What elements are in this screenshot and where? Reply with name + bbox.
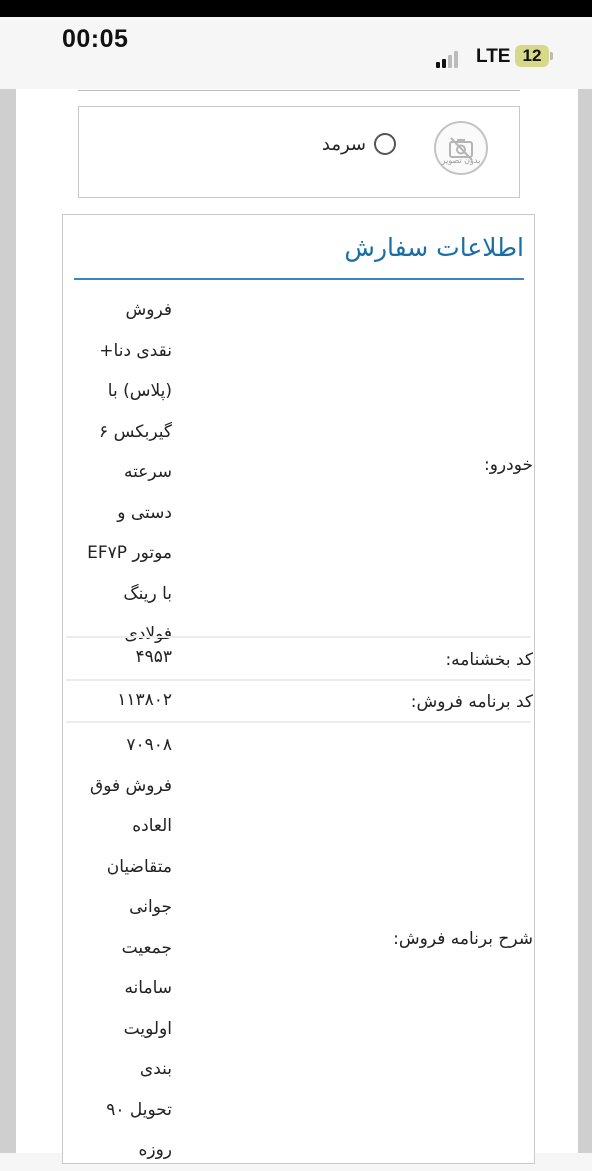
vehicle-line: سرعته	[123, 462, 172, 482]
radio-button-sarmad[interactable]	[374, 133, 396, 155]
battery-tip	[550, 52, 553, 60]
sale-program-desc-line: ۷۰۹۰۸	[126, 735, 172, 755]
battery-level: 12	[522, 46, 542, 65]
row-divider	[66, 721, 531, 723]
vehicle-line: با رینگ	[123, 583, 172, 604]
battery-icon: 12	[515, 45, 549, 67]
sale-program-desc-line: متقاضیان	[106, 856, 172, 877]
top-black-bar	[0, 0, 592, 17]
sale-program-desc-line: اولویت	[123, 1018, 172, 1039]
sale-program-desc-line: جمعیت	[121, 937, 172, 958]
vehicle-line: موتور EF۷P	[87, 543, 172, 563]
sale-program-desc-line: فروش فوق	[90, 775, 172, 796]
section-title: اطلاعات سفارش	[344, 233, 524, 262]
vehicle-line: گیربکس ۶	[99, 421, 172, 442]
sale-program-desc-line: روزه	[138, 1140, 172, 1160]
right-gutter	[578, 89, 592, 1153]
sale-program-desc-line: جوانی	[129, 897, 172, 917]
sale-program-desc-label: شرح برنامه فروش:	[393, 929, 533, 949]
status-time: 00:05	[62, 25, 129, 53]
row-divider	[66, 636, 531, 638]
vehicle-line: فروش	[125, 300, 172, 320]
sale-program-code-label: کد برنامه فروش:	[410, 692, 533, 712]
vehicle-line: (پلاس) با	[107, 381, 172, 401]
network-type: LTE	[476, 46, 511, 67]
no-image-icon	[434, 121, 488, 175]
sale-program-desc-value: ۷۰۹۰۸ فروش فوق العاده متقاضیان جوانی جمع…	[72, 725, 172, 1171]
section-title-underline	[74, 278, 524, 280]
sale-program-desc-line: العاده	[132, 816, 172, 836]
vehicle-line: نقدی دنا+	[99, 340, 172, 361]
vehicle-label: خودرو:	[483, 455, 533, 475]
left-gutter	[0, 89, 16, 1153]
vehicle-line: دستی و	[117, 502, 172, 523]
row-divider	[66, 679, 531, 681]
sale-program-desc-line: تحویل ۹۰	[106, 1099, 172, 1120]
sale-program-desc-line: سامانه	[124, 978, 172, 998]
no-image-label: بدون تصویر	[441, 156, 481, 165]
branch-code-value: ۴۹۵۳	[135, 647, 172, 667]
divider	[78, 90, 520, 91]
cellular-signal-icon	[436, 50, 464, 68]
sale-program-code-value: ۱۱۳۸۰۲	[117, 690, 172, 710]
vehicle-value: فروش نقدی دنا+ (پلاس) با گیربکس ۶ سرعته …	[72, 290, 172, 655]
sale-program-desc-line: بندی	[139, 1059, 172, 1079]
radio-label-sarmad[interactable]: سرمد	[300, 134, 366, 155]
branch-code-label: کد بخشنامه:	[445, 650, 533, 670]
